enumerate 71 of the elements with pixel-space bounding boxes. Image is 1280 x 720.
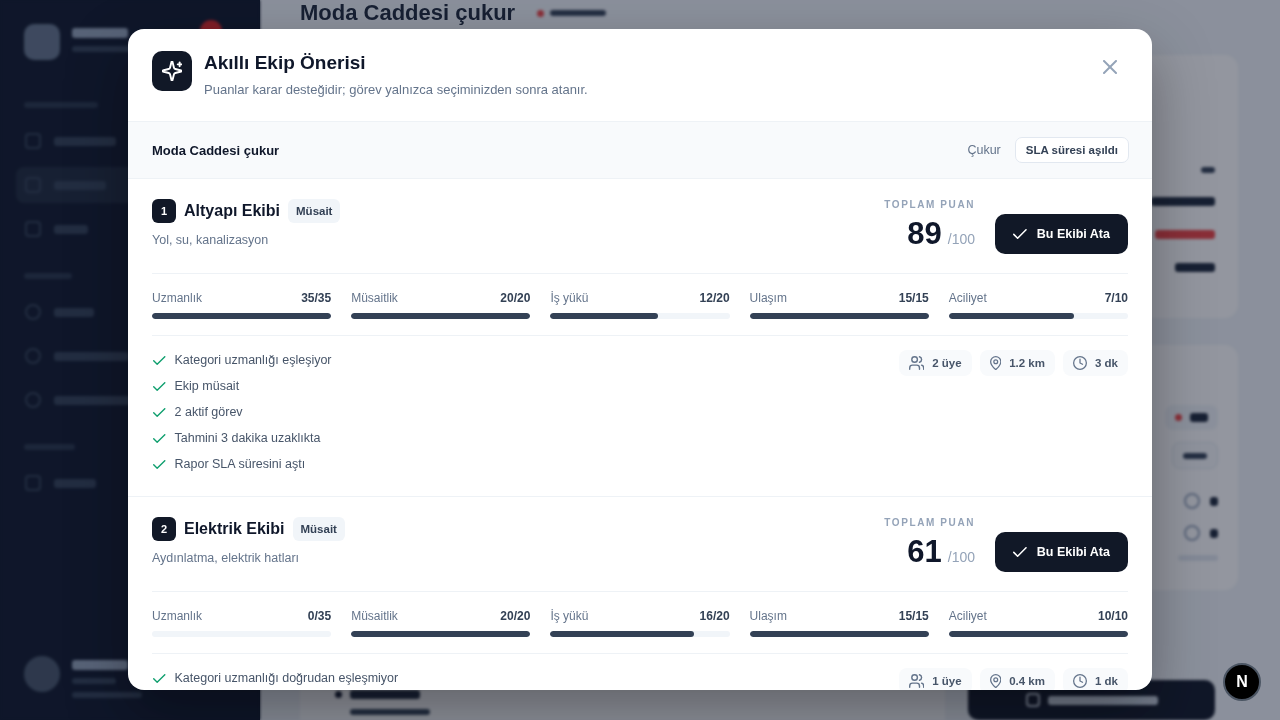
check-icon — [153, 459, 166, 469]
sparkle-icon — [152, 51, 192, 91]
team-name: Elektrik Ekibi — [184, 520, 285, 538]
reason-text: Kategori uzmanlığı eşleşiyor — [174, 352, 332, 368]
check-icon — [153, 673, 166, 683]
metric-label: Müsaitlik — [351, 290, 398, 306]
users-icon — [908, 356, 925, 370]
metric-label: Aciliyet — [948, 608, 987, 624]
dialog-subtitle: Puanlar karar desteğidir; görev yalnızca seçiminizden sonra atanır. — [204, 81, 589, 99]
score-max: /100 — [947, 230, 976, 249]
metric-value: 35/35 — [301, 290, 332, 306]
metric-value: 16/20 — [699, 608, 730, 624]
metric-value: 7/10 — [1104, 290, 1128, 306]
metric-label: Uzmanlık — [152, 290, 202, 306]
score-label: TOPLAM PUAN — [884, 199, 976, 211]
rank-badge: 1 — [152, 199, 176, 223]
dialog-title: Akıllı Ekip Önerisi — [204, 51, 367, 75]
metric-value: 12/20 — [699, 290, 730, 306]
sla-tag: SLA süresi aşıldı — [1014, 137, 1129, 163]
map-pin-icon — [989, 674, 1002, 688]
score-max: /100 — [947, 548, 976, 567]
category-label: Çukur — [967, 143, 1001, 157]
info-chip-text: 3 dk — [1095, 357, 1118, 369]
info-chip-text: 1 üye — [932, 675, 962, 687]
team-description: Aydınlatma, elektrik hatları — [152, 550, 301, 567]
map-pin-icon — [989, 356, 1002, 370]
metric-value: 0/35 — [307, 608, 332, 624]
check-icon — [153, 381, 166, 391]
page-title: Moda Caddesi çukur — [300, 0, 516, 26]
check-icon — [153, 407, 166, 417]
check-icon — [1013, 547, 1027, 557]
check-icon — [153, 433, 166, 443]
check-icon — [1013, 229, 1027, 239]
metric-value: 20/20 — [500, 290, 531, 306]
team-description: Yol, su, kanalizasyon — [152, 232, 270, 249]
team-name: Altyapı Ekibi — [184, 202, 281, 220]
status-indicator — [537, 9, 607, 17]
reason-text: 2 aktif görev — [174, 404, 243, 420]
availability-badge: Müsait — [292, 517, 345, 541]
assign-button[interactable]: Bu Ekibi Ata — [995, 214, 1128, 254]
metric-label: Müsaitlik — [351, 608, 398, 624]
clock-icon — [1073, 674, 1087, 688]
close-icon — [1103, 60, 1117, 74]
metric-label: İş yükü — [550, 608, 589, 624]
metric-value: 10/10 — [1097, 608, 1128, 624]
score-value: 61 — [907, 534, 942, 570]
info-chip-text: 2 üye — [932, 357, 962, 369]
reason-text: Tahmini 3 dakika uzaklıkta — [174, 430, 321, 446]
report-title: Moda Caddesi çukur — [152, 142, 280, 158]
info-chip-text: 0.4 km — [1009, 675, 1045, 687]
metric-label: Aciliyet — [948, 290, 987, 306]
check-icon — [153, 355, 166, 365]
metric-label: Ulaşım — [749, 608, 787, 624]
metric-label: Uzmanlık — [152, 608, 202, 624]
score-label: TOPLAM PUAN — [884, 517, 976, 529]
clock-icon — [1073, 356, 1087, 370]
info-chip-text: 1.2 km — [1009, 357, 1045, 369]
rank-badge: 2 — [152, 517, 176, 541]
score-value: 89 — [907, 216, 942, 252]
metric-value: 15/15 — [898, 290, 929, 306]
metric-value: 15/15 — [898, 608, 929, 624]
reason-text: Kategori uzmanlığı doğrudan eşleşmiyor — [174, 670, 399, 686]
info-chip-text: 1 dk — [1095, 675, 1118, 687]
assign-button[interactable]: Bu Ekibi Ata — [995, 532, 1128, 572]
metric-label: İş yükü — [550, 290, 589, 306]
availability-badge: Müsait — [288, 199, 341, 223]
reason-text: Ekip müsait — [174, 378, 240, 394]
metric-value: 20/20 — [500, 608, 531, 624]
metric-label: Ulaşım — [749, 290, 787, 306]
reason-text: Rapor SLA süresini aştı — [174, 456, 306, 472]
users-icon — [908, 674, 925, 688]
